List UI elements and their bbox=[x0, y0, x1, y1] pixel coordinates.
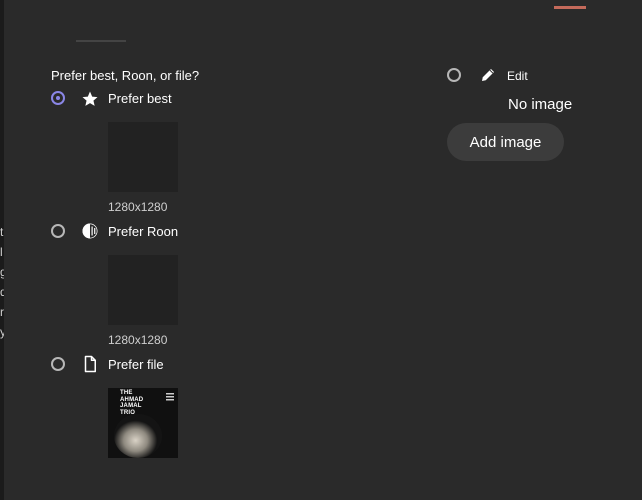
prefer-roon-radio[interactable] bbox=[51, 224, 65, 238]
pencil-icon bbox=[482, 69, 494, 81]
roon-image-dimensions: 1280x1280 bbox=[108, 333, 168, 347]
best-image-dimensions: 1280x1280 bbox=[108, 200, 168, 214]
star-icon bbox=[82, 91, 98, 106]
album-cover-title: THE AHMAD JAMAL TRIO bbox=[120, 390, 144, 416]
roon-logo-icon bbox=[82, 223, 98, 239]
prefer-roon-label[interactable]: Prefer Roon bbox=[108, 224, 178, 239]
image-preference-dialog: Prefer best, Roon, or file? Prefer best … bbox=[4, 0, 642, 500]
no-image-text: No image bbox=[508, 96, 573, 113]
prefer-file-label[interactable]: Prefer file bbox=[108, 357, 164, 372]
prefer-best-radio[interactable] bbox=[51, 91, 65, 105]
active-tab-indicator bbox=[554, 6, 586, 9]
preference-question: Prefer best, Roon, or file? bbox=[51, 68, 200, 83]
prefer-best-label[interactable]: Prefer best bbox=[108, 91, 172, 106]
file-icon bbox=[84, 355, 96, 373]
best-image-thumbnail bbox=[108, 122, 178, 192]
tab-underline bbox=[76, 40, 126, 42]
add-image-button[interactable]: Add image bbox=[447, 123, 564, 161]
edit-label[interactable]: Edit bbox=[507, 69, 528, 83]
edit-radio[interactable] bbox=[447, 68, 461, 82]
album-cover-image: THE AHMAD JAMAL TRIO bbox=[108, 388, 178, 458]
roon-image-thumbnail bbox=[108, 255, 178, 325]
prefer-file-radio[interactable] bbox=[51, 357, 65, 371]
